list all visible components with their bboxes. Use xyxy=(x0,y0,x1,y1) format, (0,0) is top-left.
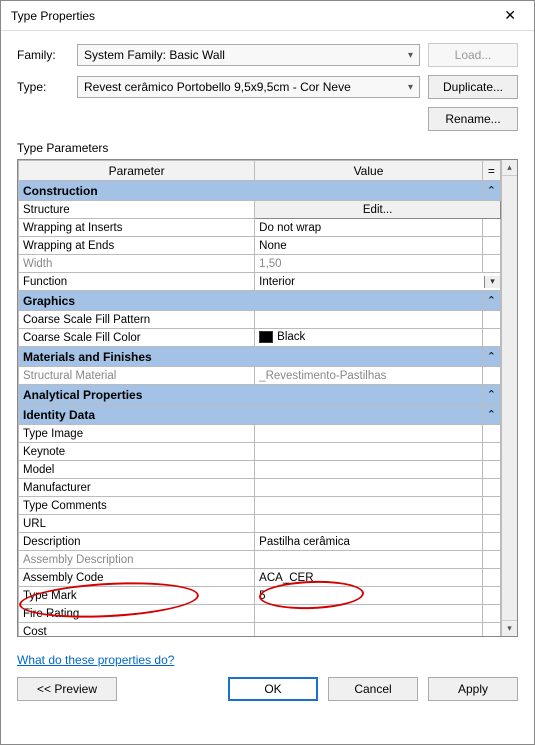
titlebar[interactable]: Type Properties ✕ xyxy=(1,1,534,31)
wrap-ends-value[interactable]: None xyxy=(255,237,483,255)
cancel-button[interactable]: Cancel xyxy=(328,677,418,701)
chevron-down-icon: ▾ xyxy=(408,50,413,61)
description-value[interactable]: Pastilha cerâmica xyxy=(255,533,483,551)
group-graphics[interactable]: Graphics xyxy=(19,291,483,311)
load-button: Load... xyxy=(428,43,518,67)
collapse-icon[interactable]: ⌃ xyxy=(482,291,500,311)
function-dropdown[interactable]: Interior▾ xyxy=(255,276,500,288)
duplicate-button[interactable]: Duplicate... xyxy=(428,75,518,99)
collapse-icon[interactable]: ⌃ xyxy=(482,405,500,425)
family-dropdown[interactable]: System Family: Basic Wall ▾ xyxy=(77,44,420,66)
edit-structure-button[interactable]: Edit... xyxy=(255,201,501,219)
col-value[interactable]: Value xyxy=(255,161,483,181)
family-label: Family: xyxy=(17,48,77,62)
model-value[interactable] xyxy=(255,461,483,479)
help-link[interactable]: What do these properties do? xyxy=(17,653,174,667)
color-swatch xyxy=(259,331,273,343)
collapse-icon[interactable]: ⌃ xyxy=(482,347,500,367)
group-materials[interactable]: Materials and Finishes xyxy=(19,347,483,367)
col-eq[interactable]: = xyxy=(482,161,500,181)
group-identity[interactable]: Identity Data xyxy=(19,405,483,425)
coarse-pattern-value[interactable] xyxy=(255,311,483,329)
type-mark-value[interactable]: 5 xyxy=(255,587,483,605)
structural-material-value: _Revestimento-Pastilhas xyxy=(255,367,483,385)
assembly-code-value[interactable]: ACA_CER xyxy=(255,569,483,587)
group-construction[interactable]: Construction xyxy=(19,181,483,201)
keynote-value[interactable] xyxy=(255,443,483,461)
assembly-desc-value xyxy=(255,551,483,569)
fire-rating-value[interactable] xyxy=(255,605,483,623)
parameters-table: Parameter Value = Construction⌃ Structur… xyxy=(17,159,518,637)
group-analytical[interactable]: Analytical Properties xyxy=(19,385,483,405)
window-title: Type Properties xyxy=(11,9,496,23)
col-parameter[interactable]: Parameter xyxy=(19,161,255,181)
apply-button[interactable]: Apply xyxy=(428,677,518,701)
ok-button[interactable]: OK xyxy=(228,677,318,701)
type-parameters-label: Type Parameters xyxy=(17,141,518,155)
url-value[interactable] xyxy=(255,515,483,533)
chevron-down-icon: ▾ xyxy=(484,276,500,288)
close-icon[interactable]: ✕ xyxy=(496,3,524,28)
vertical-scrollbar[interactable]: ▴ ▾ xyxy=(501,160,517,636)
type-dropdown[interactable]: Revest cerâmico Portobello 9,5x9,5cm - C… xyxy=(77,76,420,98)
manufacturer-value[interactable] xyxy=(255,479,483,497)
type-comments-value[interactable] xyxy=(255,497,483,515)
scroll-up-icon[interactable]: ▴ xyxy=(502,160,517,176)
collapse-icon[interactable]: ⌃ xyxy=(482,181,500,201)
type-image-value[interactable] xyxy=(255,425,483,443)
scroll-down-icon[interactable]: ▾ xyxy=(502,620,517,636)
type-label: Type: xyxy=(17,80,77,94)
width-value: 1,50 xyxy=(255,255,483,273)
preview-button[interactable]: << Preview xyxy=(17,677,117,701)
wrap-inserts-value[interactable]: Do not wrap xyxy=(255,219,483,237)
cost-value[interactable] xyxy=(255,623,483,637)
rename-button[interactable]: Rename... xyxy=(428,107,518,131)
chevron-down-icon: ▾ xyxy=(408,82,413,93)
collapse-icon[interactable]: ⌃ xyxy=(482,385,500,405)
coarse-color-value[interactable]: Black xyxy=(255,329,483,347)
